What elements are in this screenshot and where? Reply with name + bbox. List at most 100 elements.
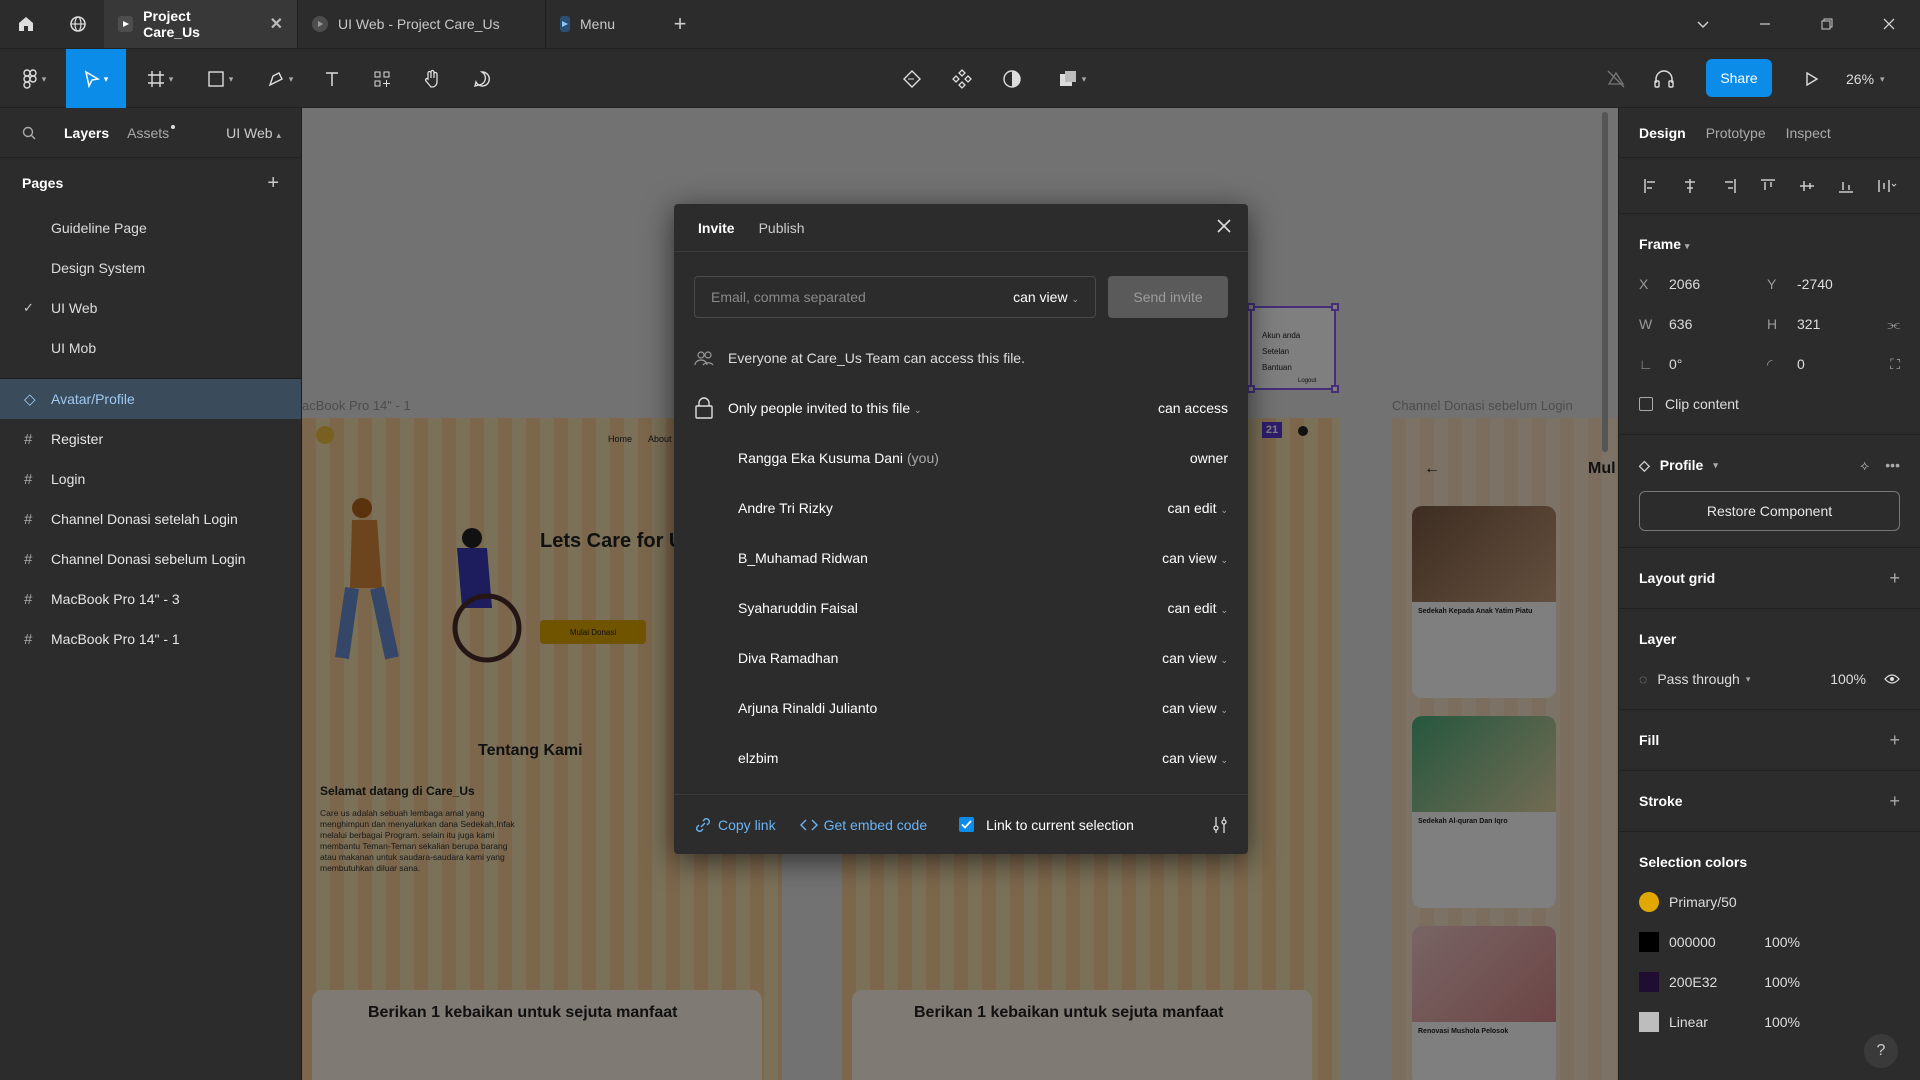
constrain-proportions-icon[interactable]: ⫘: [1887, 316, 1900, 333]
page-item[interactable]: ✓ UI Web: [0, 288, 301, 328]
align-center-v-icon[interactable]: [1799, 178, 1815, 194]
mask-icon[interactable]: [996, 49, 1028, 109]
align-right-icon[interactable]: [1721, 178, 1737, 194]
page-item[interactable]: Guideline Page: [0, 208, 301, 248]
close-window-icon[interactable]: [1858, 0, 1920, 48]
close-tab-icon[interactable]: ✕: [270, 14, 283, 34]
pen-tool-icon[interactable]: ▾: [258, 49, 302, 109]
link-settings-icon[interactable]: [1212, 816, 1228, 834]
blend-mode-select[interactable]: Pass through: [1657, 671, 1740, 687]
tab-menu[interactable]: Menu: [546, 0, 660, 48]
restore-component-button[interactable]: Restore Component: [1639, 491, 1900, 531]
distribute-icon[interactable]: [1877, 178, 1897, 194]
tab-inspect[interactable]: Inspect: [1786, 125, 1831, 141]
comment-tool-icon[interactable]: [466, 49, 498, 109]
page-switcher[interactable]: UI Web ▴: [226, 125, 281, 141]
align-center-h-icon[interactable]: [1682, 178, 1698, 194]
frame-header[interactable]: Frame ▾: [1639, 224, 1900, 264]
frame-tool-icon[interactable]: ▾: [138, 49, 182, 109]
hand-tool-icon[interactable]: [416, 49, 448, 109]
member-role-select[interactable]: can edit ⌄: [1168, 500, 1228, 516]
color-swatch[interactable]: [1639, 1012, 1659, 1032]
go-to-main-component-icon[interactable]: ⟡: [1860, 457, 1869, 474]
selection-color-row[interactable]: 200E32 100%: [1639, 962, 1900, 1002]
member-role-select[interactable]: can view ⌄: [1162, 700, 1228, 716]
radius-field[interactable]: 0: [1797, 356, 1887, 372]
share-button[interactable]: Share: [1706, 59, 1772, 97]
tab-layers[interactable]: Layers: [64, 125, 109, 141]
text-tool-icon[interactable]: [316, 49, 348, 109]
rotation-field[interactable]: 0°: [1669, 356, 1759, 372]
tab-assets[interactable]: Assets: [127, 124, 176, 141]
file-access-select[interactable]: Only people invited to this file ⌄: [728, 400, 922, 416]
tab-design[interactable]: Design: [1639, 125, 1686, 141]
width-field[interactable]: 636: [1669, 316, 1759, 332]
layer-item[interactable]: # MacBook Pro 14" - 1: [0, 619, 301, 659]
create-component-icon[interactable]: [946, 49, 978, 109]
close-icon[interactable]: [1216, 218, 1232, 234]
align-bottom-icon[interactable]: [1838, 178, 1854, 194]
add-stroke-plus-icon[interactable]: +: [1889, 791, 1900, 812]
selection-color-row[interactable]: 000000 100%: [1639, 922, 1900, 962]
member-role-select[interactable]: can view ⌄: [1162, 550, 1228, 566]
independent-corners-icon[interactable]: ⛶: [1890, 356, 1900, 373]
page-item[interactable]: Design System: [0, 248, 301, 288]
layer-item[interactable]: # Channel Donasi setelah Login: [0, 499, 301, 539]
send-invite-button[interactable]: Send invite: [1108, 276, 1228, 318]
height-field[interactable]: 321: [1797, 316, 1887, 332]
tab-project-care-us[interactable]: Project Care_Us ✕: [104, 0, 298, 48]
component-action-icon[interactable]: [896, 49, 928, 109]
minimize-icon[interactable]: [1734, 0, 1796, 48]
align-top-icon[interactable]: [1760, 178, 1776, 194]
layer-item[interactable]: # MacBook Pro 14" - 3: [0, 579, 301, 619]
selection-color-row[interactable]: Linear 100%: [1639, 1002, 1900, 1042]
tab-prototype[interactable]: Prototype: [1706, 125, 1766, 141]
main-menu-figma-icon[interactable]: ▾: [12, 49, 56, 109]
globe-icon[interactable]: [52, 0, 104, 48]
component-name[interactable]: Profile: [1660, 457, 1704, 473]
eye-visibility-icon[interactable]: [1884, 673, 1900, 685]
invite-permission-select[interactable]: can view ⌄: [1013, 289, 1079, 305]
more-options-icon[interactable]: •••: [1885, 457, 1900, 474]
x-field[interactable]: 2066: [1669, 276, 1759, 292]
tab-invite[interactable]: Invite: [698, 220, 735, 236]
multiplayer-off-icon[interactable]: [1600, 49, 1632, 109]
layer-item[interactable]: # Register: [0, 419, 301, 459]
restore-window-icon[interactable]: [1796, 0, 1858, 48]
align-left-icon[interactable]: [1643, 178, 1659, 194]
tab-ui-web[interactable]: UI Web - Project Care_Us: [298, 0, 546, 48]
color-swatch[interactable]: [1639, 972, 1659, 992]
present-play-icon[interactable]: [1796, 49, 1828, 109]
member-role-select[interactable]: can view ⌄: [1162, 750, 1228, 766]
layer-item[interactable]: # Login: [0, 459, 301, 499]
selection-color-row[interactable]: Primary/50: [1639, 882, 1900, 922]
opacity-field[interactable]: 100%: [1830, 671, 1866, 687]
color-swatch[interactable]: [1639, 892, 1659, 912]
layer-item[interactable]: # Channel Donasi sebelum Login: [0, 539, 301, 579]
copy-link-button[interactable]: Copy link: [694, 816, 776, 834]
clip-content-checkbox[interactable]: [1639, 397, 1653, 411]
audio-headphones-icon[interactable]: [1648, 49, 1680, 109]
add-page-plus-icon[interactable]: +: [267, 172, 279, 195]
embed-code-button[interactable]: Get embed code: [799, 817, 927, 833]
y-field[interactable]: -2740: [1797, 276, 1887, 292]
tab-publish[interactable]: Publish: [759, 220, 805, 236]
add-fill-plus-icon[interactable]: +: [1889, 730, 1900, 751]
color-swatch[interactable]: [1639, 932, 1659, 952]
home-icon[interactable]: [0, 0, 52, 48]
zoom-control[interactable]: 26% ▾: [1846, 49, 1885, 109]
page-item[interactable]: UI Mob: [0, 328, 301, 368]
move-tool-icon[interactable]: ▾: [66, 49, 126, 109]
shape-tool-icon[interactable]: ▾: [198, 49, 242, 109]
help-question-icon[interactable]: ?: [1864, 1034, 1898, 1068]
boolean-ops-icon[interactable]: ▾: [1050, 49, 1094, 109]
member-role-select[interactable]: can view ⌄: [1162, 650, 1228, 666]
new-tab-plus-icon[interactable]: +: [660, 0, 700, 48]
email-input[interactable]: Email, comma separated can view ⌄: [694, 276, 1096, 318]
tabs-dropdown-chevron-icon[interactable]: [1672, 0, 1734, 48]
search-icon[interactable]: [22, 126, 36, 140]
layer-item-avatar-profile[interactable]: ◇ Avatar/Profile: [0, 379, 301, 419]
resources-tool-icon[interactable]: [366, 49, 398, 109]
add-layout-grid-plus-icon[interactable]: +: [1889, 568, 1900, 589]
member-role-select[interactable]: can edit ⌄: [1168, 600, 1228, 616]
